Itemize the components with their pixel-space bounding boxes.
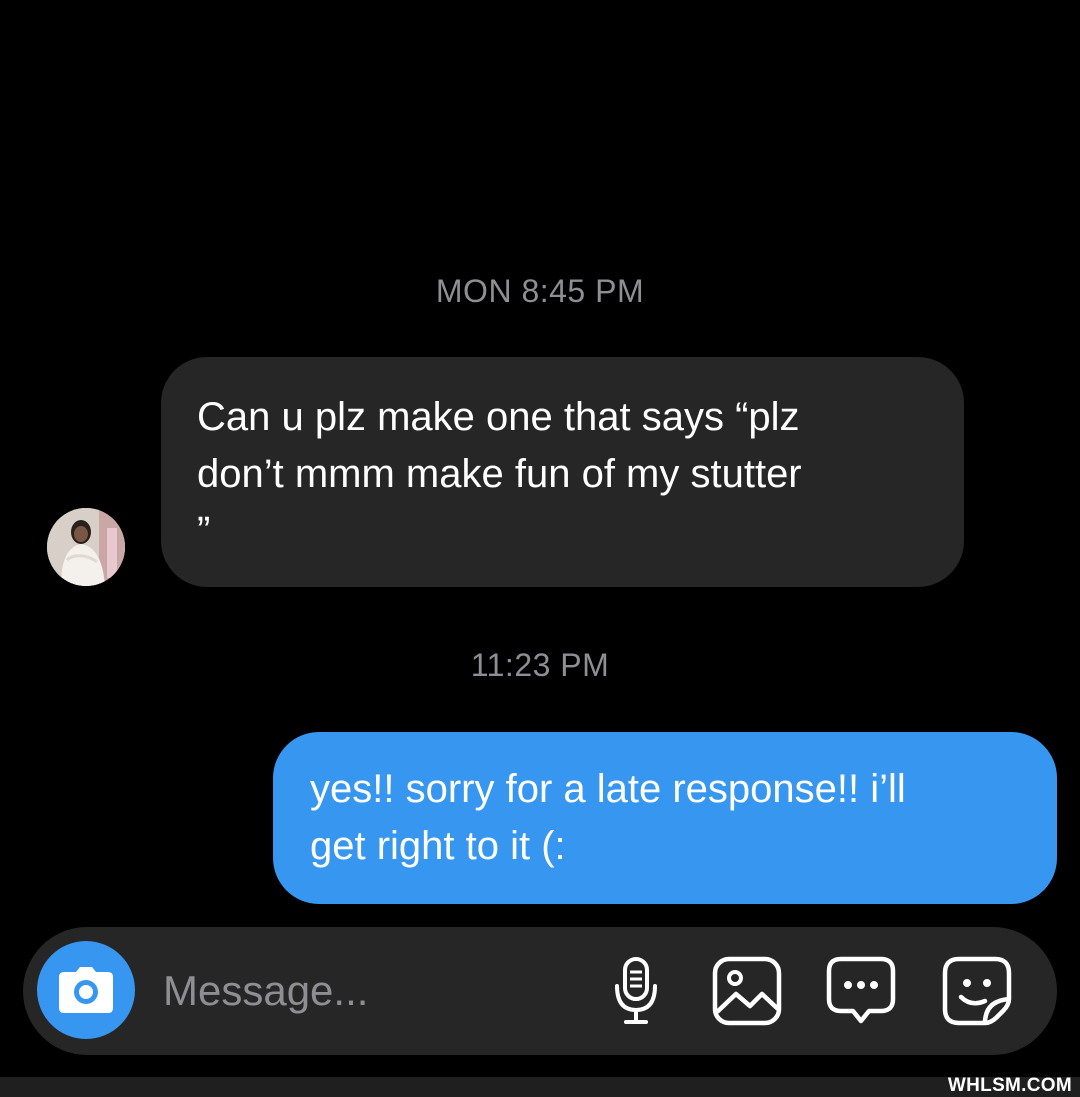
watermark: WHLSM.COM bbox=[947, 1075, 1072, 1096]
bottom-bar bbox=[0, 1077, 1080, 1097]
avatar[interactable] bbox=[47, 508, 125, 586]
microphone-icon bbox=[615, 957, 657, 1024]
outgoing-message-bubble[interactable]: yes!! sorry for a late response!! i’ll g… bbox=[273, 732, 1057, 904]
image-gallery-icon bbox=[712, 956, 782, 1026]
message-input[interactable] bbox=[163, 961, 593, 1021]
timestamp: 11:23 PM bbox=[470, 647, 610, 683]
timestamp: MON 8:45 PM bbox=[435, 273, 645, 309]
camera-icon bbox=[59, 967, 113, 1013]
chat-bubble-icon bbox=[826, 956, 896, 1024]
sticker-icon bbox=[942, 956, 1012, 1026]
incoming-message-bubble[interactable]: Can u plz make one that says “plz don’t … bbox=[161, 357, 964, 587]
message-composer bbox=[23, 927, 1057, 1055]
camera-button[interactable] bbox=[37, 941, 135, 1039]
sticker-button[interactable] bbox=[939, 953, 1015, 1029]
quick-reply-button[interactable] bbox=[823, 953, 899, 1029]
voice-message-button[interactable] bbox=[598, 953, 674, 1029]
gallery-button[interactable] bbox=[709, 953, 785, 1029]
profile-photo-icon bbox=[47, 508, 125, 586]
